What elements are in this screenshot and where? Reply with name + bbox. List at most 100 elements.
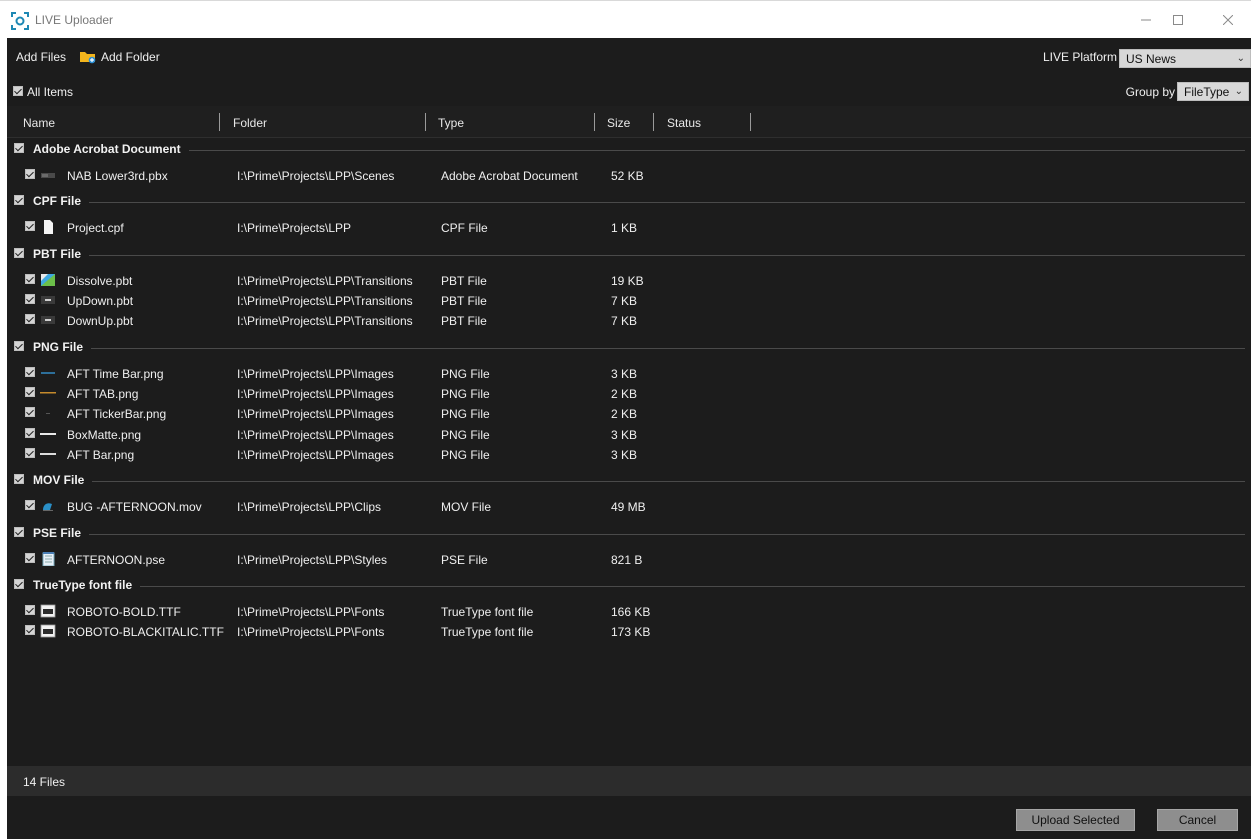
file-checkbox[interactable]: [25, 448, 35, 458]
group-by-select-value: FileType: [1184, 85, 1230, 99]
file-checkbox[interactable]: [25, 387, 35, 397]
file-checkbox[interactable]: [25, 314, 35, 324]
group-header[interactable]: PNG File: [7, 337, 1251, 357]
maximize-icon: [1173, 15, 1183, 25]
cancel-button[interactable]: Cancel: [1157, 809, 1238, 831]
file-row[interactable]: BoxMatte.png I:\Prime\Projects\LPP\Image…: [7, 424, 1251, 444]
file-folder: I:\Prime\Projects\LPP\Images: [237, 387, 394, 401]
file-checkbox[interactable]: [25, 553, 35, 563]
file-size: 19 KB: [611, 274, 644, 288]
upload-selected-button[interactable]: Upload Selected: [1016, 809, 1135, 831]
platform-select-value: US News: [1126, 52, 1177, 66]
folder-add-icon[interactable]: [79, 49, 97, 64]
group-checkbox[interactable]: [14, 248, 24, 258]
file-size: 7 KB: [611, 314, 638, 328]
close-button[interactable]: [1214, 7, 1242, 33]
transition-thumbnail-icon: [41, 296, 55, 304]
video-thumbnail-icon: [43, 503, 53, 511]
file-checkbox[interactable]: [25, 625, 35, 635]
all-items-checkbox[interactable]: [13, 86, 23, 96]
file-folder: I:\Prime\Projects\LPP\Transitions: [237, 274, 413, 288]
file-checkbox[interactable]: [25, 274, 35, 284]
file-checkbox[interactable]: [25, 221, 35, 231]
minimize-button[interactable]: [1132, 7, 1160, 33]
group-header[interactable]: TrueType font file: [7, 575, 1251, 595]
file-folder: I:\Prime\Projects\LPP\Clips: [237, 500, 382, 514]
close-icon: [1223, 15, 1233, 25]
column-name[interactable]: Name: [23, 116, 55, 130]
add-files-button[interactable]: Add Files: [16, 50, 66, 64]
chevron-down-icon: ⌄: [1234, 86, 1243, 97]
group-header[interactable]: Adobe Acrobat Document: [7, 139, 1251, 159]
file-row[interactable]: Dissolve.pbt I:\Prime\Projects\LPP\Trans…: [7, 270, 1251, 290]
file-name: DownUp.pbt: [67, 314, 134, 328]
file-row[interactable]: AFT Time Bar.png I:\Prime\Projects\LPP\I…: [7, 363, 1251, 383]
group-by-select[interactable]: FileType ⌄: [1177, 82, 1249, 101]
column-type[interactable]: Type: [438, 116, 464, 130]
group-checkbox[interactable]: [14, 341, 24, 351]
group-checkbox[interactable]: [14, 527, 24, 537]
file-name: NAB Lower3rd.pbx: [67, 169, 168, 183]
font-file-icon: [40, 624, 56, 638]
file-checkbox[interactable]: [25, 407, 35, 417]
file-row[interactable]: DownUp.pbt I:\Prime\Projects\LPP\Transit…: [7, 310, 1251, 330]
file-checkbox[interactable]: [25, 605, 35, 615]
file-row[interactable]: AFT Bar.png I:\Prime\Projects\LPP\Images…: [7, 444, 1251, 464]
file-row[interactable]: AFT TAB.png I:\Prime\Projects\LPP\Images…: [7, 383, 1251, 403]
group-header[interactable]: PBT File: [7, 244, 1251, 264]
file-row[interactable]: ROBOTO-BLACKITALIC.TTF I:\Prime\Projects…: [7, 621, 1251, 641]
file-name: BUG -AFTERNOON.mov: [67, 500, 202, 514]
column-divider[interactable]: [653, 113, 654, 131]
file-checkbox[interactable]: [25, 169, 35, 179]
file-checkbox[interactable]: [25, 294, 35, 304]
column-divider[interactable]: [594, 113, 595, 131]
file-row[interactable]: NAB Lower3rd.pbx I:\Prime\Projects\LPP\S…: [7, 165, 1251, 185]
platform-select[interactable]: US News ⌄: [1119, 49, 1251, 68]
window-title: LIVE Uploader: [35, 13, 114, 27]
file-checkbox[interactable]: [25, 500, 35, 510]
toolbar: Add Files Add Folder LIVE Platform US Ne…: [7, 38, 1251, 78]
column-divider[interactable]: [219, 113, 220, 131]
column-divider[interactable]: [425, 113, 426, 131]
file-size: 2 KB: [611, 407, 638, 421]
file-row[interactable]: AFT TickerBar.png I:\Prime\Projects\LPP\…: [7, 403, 1251, 423]
file-name: UpDown.pbt: [67, 294, 134, 308]
font-file-icon: [40, 604, 56, 618]
column-status[interactable]: Status: [667, 116, 701, 130]
column-divider[interactable]: [750, 113, 751, 131]
file-type: TrueType font file: [441, 605, 534, 619]
scene-thumbnail-icon: [41, 173, 55, 178]
add-folder-button[interactable]: Add Folder: [101, 50, 160, 64]
maximize-button[interactable]: [1164, 7, 1192, 33]
group-header[interactable]: PSE File: [7, 523, 1251, 543]
group-header[interactable]: MOV File: [7, 470, 1251, 490]
file-checkbox[interactable]: [25, 428, 35, 438]
group-header[interactable]: CPF File: [7, 191, 1251, 211]
group-checkbox[interactable]: [14, 579, 24, 589]
selection-bar: All Items Group by FileType ⌄: [7, 78, 1251, 106]
image-thumbnail-icon: [40, 433, 56, 435]
group-checkbox[interactable]: [14, 474, 24, 484]
column-folder[interactable]: Folder: [233, 116, 267, 130]
notepad-icon: [42, 552, 55, 566]
file-row[interactable]: AFTERNOON.pse I:\Prime\Projects\LPP\Styl…: [7, 549, 1251, 569]
group-label: MOV File: [33, 473, 93, 487]
group-checkbox[interactable]: [14, 195, 24, 205]
document-icon: [44, 220, 53, 234]
file-name: AFT Time Bar.png: [67, 367, 164, 381]
file-name: BoxMatte.png: [67, 428, 142, 442]
file-row[interactable]: ROBOTO-BOLD.TTF I:\Prime\Projects\LPP\Fo…: [7, 601, 1251, 621]
file-checkbox[interactable]: [25, 367, 35, 377]
column-size[interactable]: Size: [607, 116, 630, 130]
file-name: AFT TickerBar.png: [67, 407, 167, 421]
file-row[interactable]: UpDown.pbt I:\Prime\Projects\LPP\Transit…: [7, 290, 1251, 310]
file-list: Adobe Acrobat Document NAB Lower3rd.pbx …: [7, 138, 1251, 766]
group-divider: [33, 348, 1245, 349]
group-label: PBT File: [33, 247, 90, 261]
file-folder: I:\Prime\Projects\LPP\Scenes: [237, 169, 395, 183]
file-row[interactable]: BUG -AFTERNOON.mov I:\Prime\Projects\LPP…: [7, 496, 1251, 516]
group-checkbox[interactable]: [14, 143, 24, 153]
file-row[interactable]: Project.cpf I:\Prime\Projects\LPP CPF Fi…: [7, 217, 1251, 237]
file-folder: I:\Prime\Projects\LPP\Fonts: [237, 605, 385, 619]
file-size: 821 B: [611, 553, 643, 567]
